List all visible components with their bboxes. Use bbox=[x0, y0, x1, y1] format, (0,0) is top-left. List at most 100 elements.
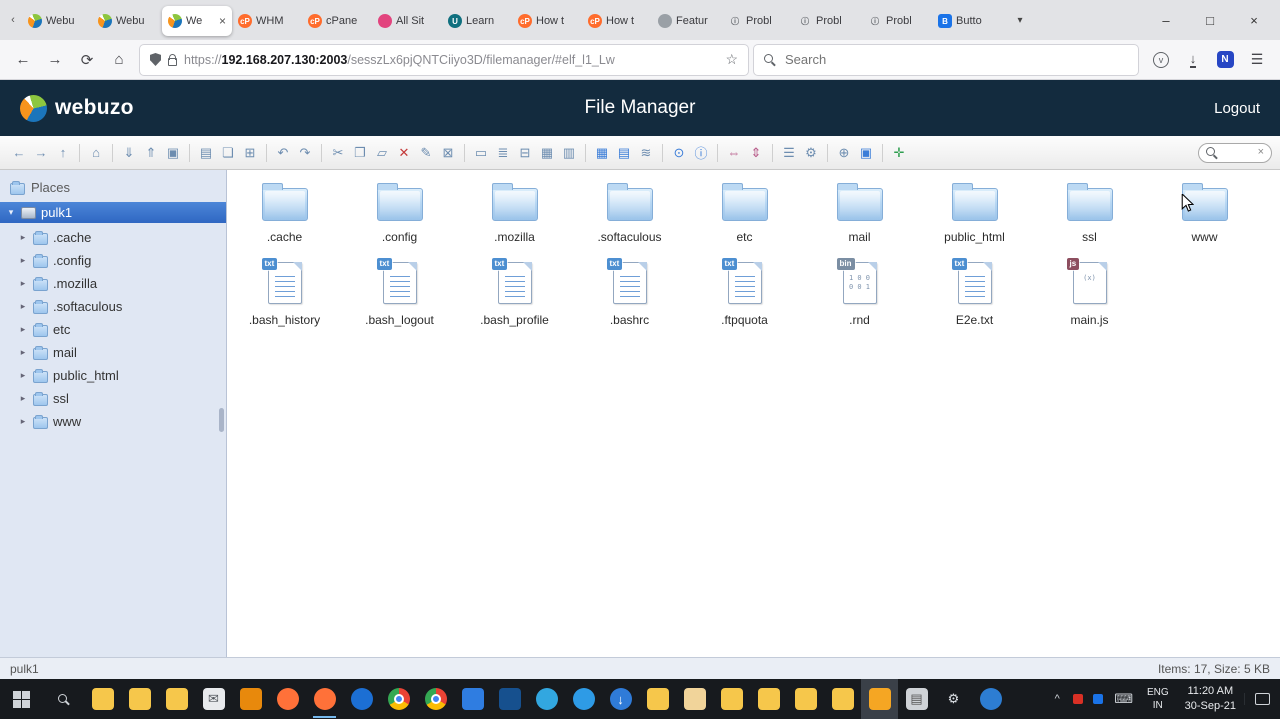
url-bar[interactable]: https://192.168.207.130:2003/sesszLx6pjQ… bbox=[140, 45, 748, 75]
browser-search-input[interactable] bbox=[783, 51, 1128, 68]
collapse-arrow-icon[interactable]: ▾ bbox=[6, 207, 16, 218]
expand-arrow-icon[interactable]: ▸ bbox=[18, 324, 28, 335]
pocket-icon[interactable]: v bbox=[1146, 45, 1176, 75]
browser-tab[interactable]: B Butto bbox=[932, 6, 1002, 36]
toolbar-button[interactable]: ⇕ bbox=[745, 142, 767, 164]
browser-tab[interactable]: Webu bbox=[22, 6, 92, 36]
expand-arrow-icon[interactable]: ▸ bbox=[18, 347, 28, 358]
taskbar-app[interactable] bbox=[306, 679, 343, 719]
toolbar-button[interactable]: ⊟ bbox=[514, 142, 536, 164]
reload-button[interactable]: ⟳ bbox=[72, 45, 102, 75]
home-button[interactable]: ⌂ bbox=[104, 45, 134, 75]
expand-arrow-icon[interactable]: ▸ bbox=[18, 255, 28, 266]
toolbar-button[interactable]: ⊞ bbox=[239, 142, 261, 164]
folder-item[interactable]: www bbox=[1147, 176, 1262, 244]
file-item[interactable]: txt .bash_profile bbox=[457, 256, 572, 327]
toolbar-button[interactable]: ❐ bbox=[349, 142, 371, 164]
expand-arrow-icon[interactable]: ▸ bbox=[18, 301, 28, 312]
taskbar-app[interactable] bbox=[676, 679, 713, 719]
window-maximize-button[interactable]: □ bbox=[1188, 0, 1232, 40]
browser-tab[interactable]: cP WHM bbox=[232, 6, 302, 36]
filemanager-search-box[interactable]: × bbox=[1198, 143, 1272, 163]
browser-tab[interactable]: ⓘ Probl bbox=[862, 6, 932, 36]
folder-item[interactable]: .softaculous bbox=[572, 176, 687, 244]
toolbar-button[interactable]: ✛ bbox=[888, 142, 910, 164]
toolbar-button[interactable]: ❏ bbox=[217, 142, 239, 164]
file-item[interactable]: txt .bash_logout bbox=[342, 256, 457, 327]
taskbar-app[interactable] bbox=[750, 679, 787, 719]
toolbar-button[interactable]: ⊕ bbox=[833, 142, 855, 164]
browser-tab[interactable]: ⓘ Probl bbox=[722, 6, 792, 36]
tray-expand-icon[interactable]: ^ bbox=[1046, 693, 1068, 705]
back-button[interactable]: ← bbox=[8, 45, 38, 75]
toolbar-button[interactable]: ≋ bbox=[635, 142, 657, 164]
browser-tab[interactable]: Webu bbox=[92, 6, 162, 36]
sidebar-item[interactable]: ▸ .softaculous bbox=[0, 295, 226, 318]
sidebar-item[interactable]: ▸ mail bbox=[0, 341, 226, 364]
action-center-button[interactable] bbox=[1244, 693, 1280, 705]
browser-tab[interactable]: cP How t bbox=[512, 6, 582, 36]
expand-arrow-icon[interactable]: ▸ bbox=[18, 370, 28, 381]
toolbar-button[interactable]: ☰ bbox=[778, 142, 800, 164]
toolbar-button[interactable]: ▱ bbox=[371, 142, 393, 164]
toolbar-button[interactable]: ✂ bbox=[327, 142, 349, 164]
taskbar-clock[interactable]: 11:20 AM 30-Sep-21 bbox=[1177, 684, 1244, 714]
taskbar-app[interactable] bbox=[343, 679, 380, 719]
toolbar-button[interactable]: ≣ bbox=[492, 142, 514, 164]
expand-arrow-icon[interactable]: ▸ bbox=[18, 393, 28, 404]
toolbar-button[interactable]: ← bbox=[8, 142, 30, 164]
taskbar-app[interactable] bbox=[491, 679, 528, 719]
taskbar-app[interactable] bbox=[787, 679, 824, 719]
browser-tab[interactable]: cP How t bbox=[582, 6, 652, 36]
browser-tab[interactable]: ⓘ Probl bbox=[792, 6, 862, 36]
sidebar-item[interactable]: ▸ etc bbox=[0, 318, 226, 341]
browser-tab[interactable]: Featur bbox=[652, 6, 722, 36]
toolbar-button[interactable]: ⇔ bbox=[723, 142, 745, 164]
toolbar-button[interactable]: ✕ bbox=[393, 142, 415, 164]
folder-item[interactable]: mail bbox=[802, 176, 917, 244]
toolbar-button[interactable]: ⇓ bbox=[118, 142, 140, 164]
taskbar-app[interactable] bbox=[565, 679, 602, 719]
tab-scroll-left-icon[interactable]: ‹ bbox=[4, 14, 22, 26]
clear-search-icon[interactable]: × bbox=[1258, 147, 1264, 158]
toolbar-button[interactable]: ↑ bbox=[52, 142, 74, 164]
forward-button[interactable]: → bbox=[40, 45, 70, 75]
toolbar-button[interactable]: ⚙ bbox=[800, 142, 822, 164]
taskbar-app[interactable] bbox=[380, 679, 417, 719]
sidebar-scrollbar[interactable] bbox=[219, 408, 224, 432]
taskbar-app[interactable] bbox=[713, 679, 750, 719]
downloads-icon[interactable]: ↓ bbox=[1178, 45, 1208, 75]
https-lock-icon[interactable] bbox=[168, 58, 177, 66]
list-all-tabs-icon[interactable]: ▾ bbox=[1010, 15, 1030, 26]
taskbar-app[interactable]: ✉ bbox=[195, 679, 232, 719]
tray-app-icon[interactable] bbox=[1073, 694, 1083, 704]
toolbar-button[interactable]: ⊙ bbox=[668, 142, 690, 164]
taskbar-app[interactable] bbox=[269, 679, 306, 719]
toolbar-button[interactable]: ▥ bbox=[558, 142, 580, 164]
file-item[interactable]: bin 1 0 0 0 0 1 .rnd bbox=[802, 256, 917, 327]
browser-tab[interactable]: U Learn bbox=[442, 6, 512, 36]
taskbar-app[interactable] bbox=[232, 679, 269, 719]
toolbar-button[interactable]: ✎ bbox=[415, 142, 437, 164]
file-item[interactable]: js (x) main.js bbox=[1032, 256, 1147, 327]
folder-item[interactable]: etc bbox=[687, 176, 802, 244]
folder-item[interactable]: .mozilla bbox=[457, 176, 572, 244]
sidebar-item[interactable]: ▸ .mozilla bbox=[0, 272, 226, 295]
sidebar-item[interactable]: ▸ www bbox=[0, 410, 226, 433]
taskbar-app[interactable] bbox=[454, 679, 491, 719]
toolbar-button[interactable]: ⌂ bbox=[85, 142, 107, 164]
taskbar-app[interactable] bbox=[528, 679, 565, 719]
webuzo-logo[interactable]: webuzo bbox=[20, 95, 585, 122]
sidebar-item[interactable]: ▸ .config bbox=[0, 249, 226, 272]
logout-link[interactable]: Logout bbox=[695, 100, 1260, 117]
sidebar-item[interactable]: ▸ .cache bbox=[0, 226, 226, 249]
taskbar-app[interactable] bbox=[861, 679, 898, 719]
bookmark-star-icon[interactable]: ☆ bbox=[725, 51, 738, 68]
start-button[interactable] bbox=[0, 679, 42, 719]
tab-close-icon[interactable]: × bbox=[219, 14, 226, 28]
file-item[interactable]: txt E2e.txt bbox=[917, 256, 1032, 327]
browser-tab[interactable]: cP cPane bbox=[302, 6, 372, 36]
extension-icon[interactable]: N bbox=[1210, 45, 1240, 75]
touch-keyboard-icon[interactable]: ⌨ bbox=[1114, 691, 1133, 707]
taskbar-app[interactable] bbox=[417, 679, 454, 719]
